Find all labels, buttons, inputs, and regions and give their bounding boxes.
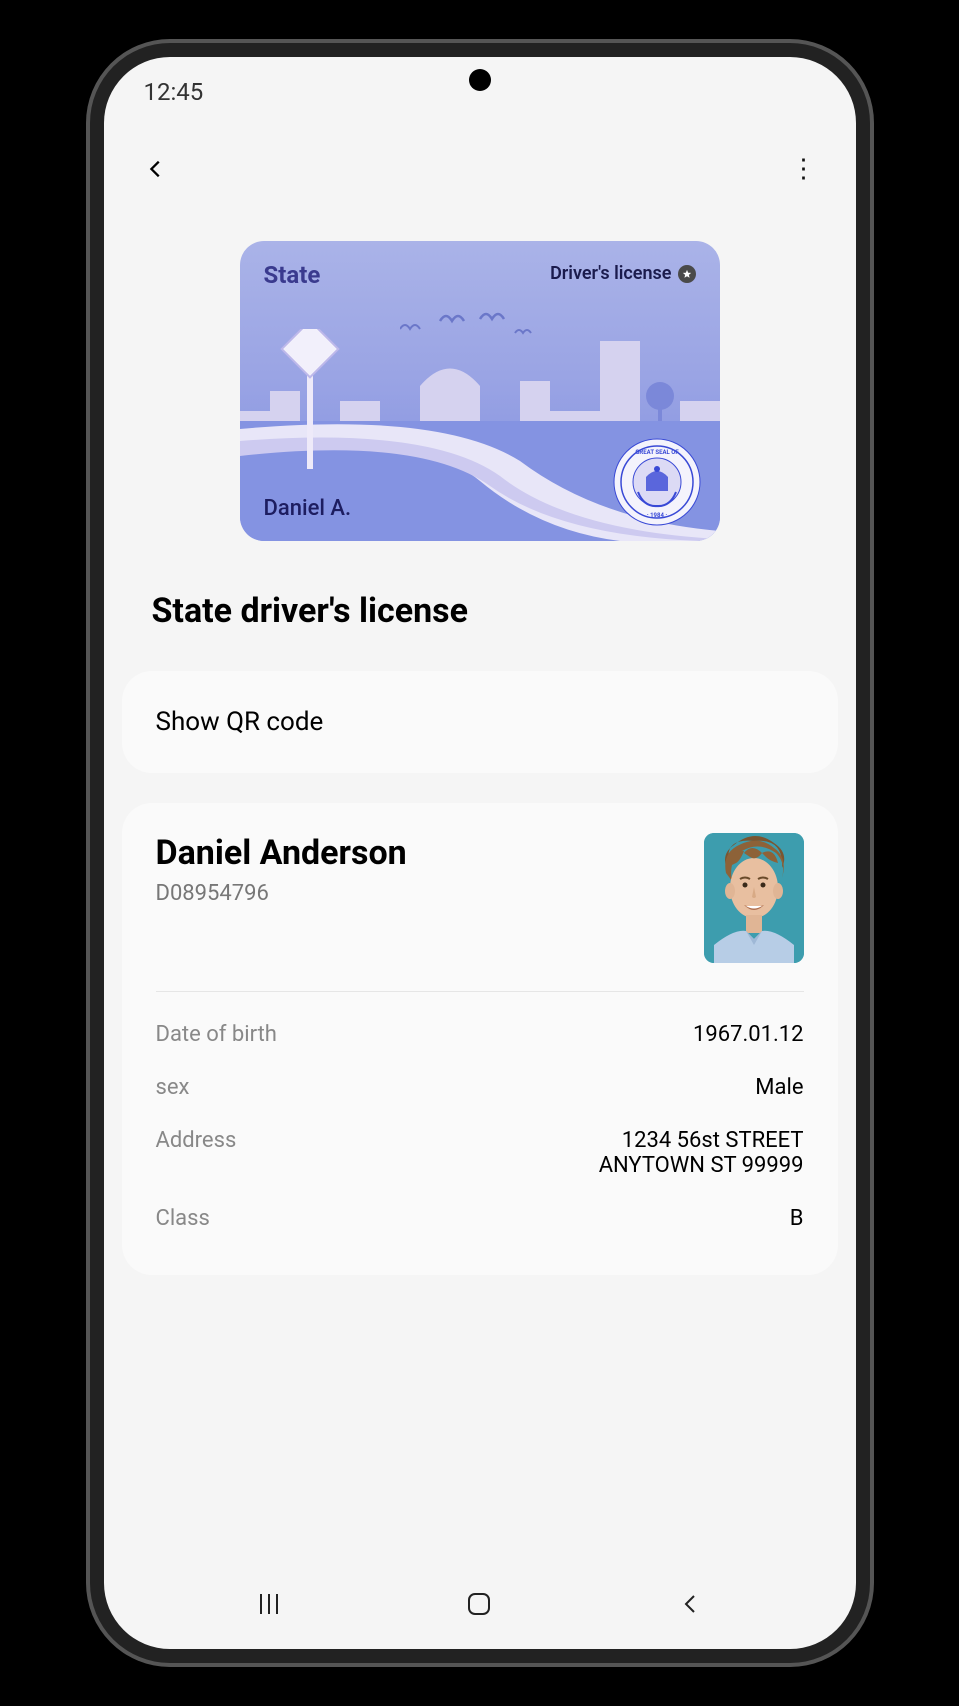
class-value: B — [790, 1206, 804, 1231]
detail-row-dob: Date of birth 1967.01.12 — [156, 1008, 804, 1061]
birds-icon — [400, 311, 540, 351]
chevron-left-icon — [145, 158, 167, 180]
svg-text:GREAT SEAL OF: GREAT SEAL OF — [635, 449, 679, 456]
star-badge-icon — [678, 265, 696, 283]
detail-row-address: Address 1234 56st STREET ANYTOWN ST 9999… — [156, 1114, 804, 1192]
card-state-label: State — [264, 261, 321, 289]
details-header: Daniel Anderson D08954796 — [156, 833, 804, 992]
address-line1: 1234 56st STREET — [622, 1128, 804, 1153]
detail-row-sex: sex Male — [156, 1061, 804, 1114]
show-qr-code-button[interactable]: Show QR code — [122, 671, 838, 773]
page-title: State driver's license — [122, 591, 838, 671]
sex-label: sex — [156, 1075, 190, 1100]
portrait-placeholder-icon — [704, 833, 804, 963]
detail-row-class: Class B — [156, 1192, 804, 1245]
details-panel: Daniel Anderson D08954796 — [122, 803, 838, 1275]
sex-value: Male — [755, 1075, 803, 1100]
phone-frame: 12:45 ⋮ — [90, 43, 870, 1663]
status-time: 12:45 — [144, 78, 204, 106]
back-button[interactable] — [134, 147, 178, 191]
nav-back-button[interactable] — [665, 1579, 715, 1629]
recents-icon — [255, 1590, 283, 1618]
dob-value: 1967.01.12 — [693, 1022, 804, 1047]
top-nav: ⋮ — [104, 127, 856, 211]
state-seal-icon: GREAT SEAL OF · 1984 · — [612, 437, 702, 527]
recents-button[interactable] — [244, 1579, 294, 1629]
home-button[interactable] — [454, 1579, 504, 1629]
nav-back-icon — [678, 1592, 702, 1616]
license-card-image[interactable]: State Driver's license Daniel A. GREA — [240, 241, 720, 541]
address-value: 1234 56st STREET ANYTOWN ST 99999 — [599, 1128, 804, 1178]
card-type-label: Driver's license — [550, 263, 695, 284]
qr-button-label: Show QR code — [156, 707, 324, 737]
address-line2: ANYTOWN ST 99999 — [599, 1153, 804, 1178]
holder-info: Daniel Anderson D08954796 — [156, 833, 407, 906]
more-options-button[interactable]: ⋮ — [782, 147, 826, 191]
status-bar: 12:45 — [104, 57, 856, 127]
content-area: State Driver's license Daniel A. GREA — [104, 211, 856, 1559]
svg-text:· 1984 ·: · 1984 · — [646, 512, 667, 519]
holder-full-name: Daniel Anderson — [156, 833, 407, 873]
road-sign-icon — [280, 329, 340, 469]
dob-label: Date of birth — [156, 1022, 277, 1047]
screen: 12:45 ⋮ — [104, 57, 856, 1649]
holder-id-number: D08954796 — [156, 881, 407, 906]
camera-notch — [469, 69, 491, 91]
home-icon — [465, 1590, 493, 1618]
address-label: Address — [156, 1128, 237, 1153]
card-type-text: Driver's license — [550, 263, 671, 284]
class-label: Class — [156, 1206, 210, 1231]
holder-photo — [704, 833, 804, 963]
system-nav-bar — [104, 1559, 856, 1649]
tree-icon — [640, 381, 680, 421]
card-holder-short-name: Daniel A. — [264, 496, 352, 521]
more-vertical-icon: ⋮ — [791, 154, 817, 184]
